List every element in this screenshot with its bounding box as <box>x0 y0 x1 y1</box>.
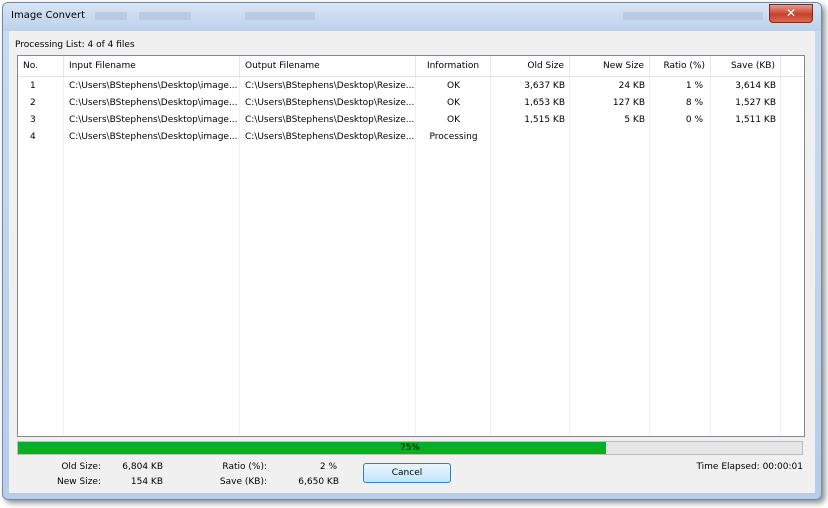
cell-old-size <box>491 129 570 146</box>
column-header-input-filename[interactable]: Input Filename <box>64 56 240 76</box>
background-blur <box>95 12 127 20</box>
cell-no: 2 <box>30 98 36 108</box>
cell-no: 4 <box>30 132 36 142</box>
cell-information: OK <box>447 115 460 125</box>
background-blur <box>245 12 315 20</box>
cell-save: 1,511 KB <box>735 115 776 125</box>
column-header-old-size[interactable]: Old Size <box>491 56 570 76</box>
table-row[interactable]: 2 C:\Users\BStephens\Desktop\image... C:… <box>18 95 804 112</box>
save-value: 6,650 KB <box>298 477 339 487</box>
close-icon: ✕ <box>785 6 797 20</box>
cell-new-size: 24 KB <box>618 81 645 91</box>
new-size-value: 154 KB <box>130 477 163 487</box>
processing-list-label: Processing List: 4 of 4 files <box>15 40 135 50</box>
ratio-label: Ratio (%): <box>222 462 267 472</box>
cell-input-filename: C:\Users\BStephens\Desktop\image... <box>69 115 238 125</box>
cell-ratio: 1 % <box>685 81 703 91</box>
title-bar[interactable]: Image Convert ✕ <box>3 3 821 31</box>
cell-output-filename: C:\Users\BStephens\Desktop\Resize... <box>245 81 415 91</box>
background-blur <box>139 12 191 20</box>
dialog-body: Processing List: 4 of 4 files No. Input … <box>9 31 815 493</box>
old-size-value: 6,804 KB <box>122 462 163 472</box>
cell-information: OK <box>447 98 460 108</box>
cell-new-size: 127 KB <box>612 98 645 108</box>
processing-list[interactable]: No. Input Filename Output Filename Infor… <box>17 55 805 437</box>
cell-old-size: 3,637 KB <box>524 81 565 91</box>
cell-output-filename: C:\Users\BStephens\Desktop\Resize... <box>245 115 415 125</box>
cell-input-filename: C:\Users\BStephens\Desktop\image... <box>69 98 238 108</box>
cell-new-size <box>570 129 650 146</box>
column-header-new-size[interactable]: New Size <box>570 56 650 76</box>
background-blur <box>623 12 763 20</box>
cell-new-size: 5 KB <box>624 115 645 125</box>
column-header-ratio[interactable]: Ratio (%) <box>650 56 711 76</box>
window-title: Image Convert <box>11 10 86 21</box>
cell-output-filename: C:\Users\BStephens\Desktop\Resize... <box>245 98 415 108</box>
table-header: No. Input Filename Output Filename Infor… <box>18 56 804 77</box>
column-header-save[interactable]: Save (KB) <box>711 56 781 76</box>
save-label: Save (KB): <box>219 477 267 487</box>
old-size-label: Old Size: <box>61 462 101 472</box>
cell-output-filename: C:\Users\BStephens\Desktop\Resize... <box>245 132 415 142</box>
cell-ratio: 0 % <box>685 115 703 125</box>
cell-old-size: 1,515 KB <box>524 115 565 125</box>
cell-save: 3,614 KB <box>735 81 776 91</box>
cell-save: 1,527 KB <box>735 98 776 108</box>
column-header-no[interactable]: No. <box>18 56 64 76</box>
close-button[interactable]: ✕ <box>769 4 813 23</box>
cell-ratio: 8 % <box>685 98 703 108</box>
table-row[interactable]: 3 C:\Users\BStephens\Desktop\image... C:… <box>18 112 804 129</box>
table-row[interactable]: 1 C:\Users\BStephens\Desktop\image... C:… <box>18 78 804 95</box>
cell-ratio <box>650 129 711 146</box>
cell-save <box>711 129 781 146</box>
time-elapsed: Time Elapsed: 00:00:01 <box>696 462 803 472</box>
cell-no: 3 <box>30 115 36 125</box>
progress-label: 75% <box>399 443 420 453</box>
column-header-information[interactable]: Information <box>416 56 491 76</box>
cell-no: 1 <box>30 81 36 91</box>
column-header-output-filename[interactable]: Output Filename <box>240 56 416 76</box>
cell-information: Processing <box>429 132 478 142</box>
new-size-label: New Size: <box>57 477 101 487</box>
cell-information: OK <box>447 81 460 91</box>
image-convert-window: Image Convert ✕ Processing List: 4 of 4 … <box>2 2 822 500</box>
cell-old-size: 1,653 KB <box>524 98 565 108</box>
cancel-button[interactable]: Cancel <box>363 463 451 483</box>
cell-input-filename: C:\Users\BStephens\Desktop\image... <box>69 132 238 142</box>
table-row[interactable]: 4 C:\Users\BStephens\Desktop\image... C:… <box>18 129 804 146</box>
cell-input-filename: C:\Users\BStephens\Desktop\image... <box>69 81 238 91</box>
progress-bar: 75% <box>17 441 803 455</box>
ratio-value: 2 % <box>319 462 337 472</box>
